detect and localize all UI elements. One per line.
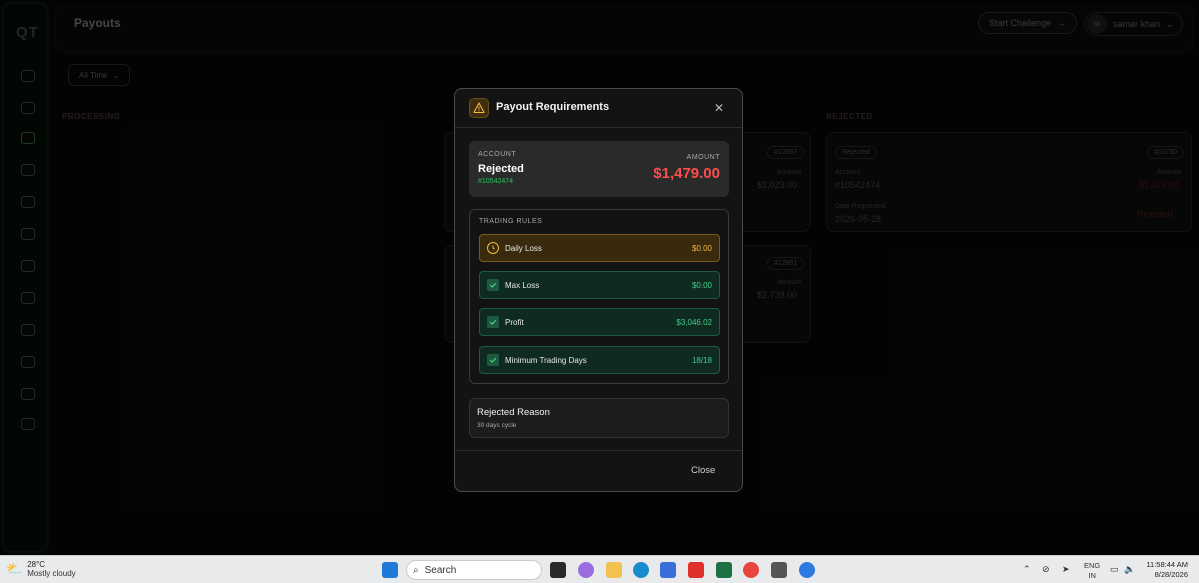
copilot-icon[interactable]	[578, 562, 594, 578]
rule-value: $3,046.02	[676, 317, 712, 327]
weather-description: Mostly cloudy	[27, 569, 76, 578]
search-placeholder: Search	[424, 564, 457, 576]
youtube-icon[interactable]	[688, 562, 704, 578]
system-clock[interactable]: 11:58:44 AM 8/28/2026	[1138, 560, 1188, 580]
language-code: ENG	[1084, 561, 1101, 570]
modal-header: Payout Requirements ✕	[455, 89, 742, 128]
account-status: Rejected	[478, 163, 524, 175]
trading-rules-panel: TRADING RULES Daily Loss $0.00 Max Loss …	[469, 209, 729, 384]
close-button[interactable]: Close	[691, 465, 715, 476]
search-icon: ⌕	[413, 564, 419, 576]
file-explorer-icon[interactable]	[606, 562, 622, 578]
amount-value: $1,479.00	[653, 165, 720, 182]
rule-name: Profit	[505, 317, 524, 327]
account-summary-card: ACCOUNT Rejected #10542474 AMOUNT $1,479…	[469, 141, 729, 197]
volume-icon[interactable]: 🔈	[1124, 564, 1135, 575]
rule-name: Daily Loss	[505, 243, 542, 253]
rule-value: 18/18	[691, 355, 712, 365]
region-code: IN	[1088, 571, 1096, 580]
rule-daily-loss: Daily Loss $0.00	[479, 234, 720, 262]
warning-icon	[469, 98, 489, 118]
weather-temperature: 28°C	[27, 560, 46, 569]
cloud-sun-icon: ⛅	[6, 561, 23, 576]
weather-widget[interactable]: ⛅ 28°C Mostly cloudy	[6, 560, 76, 578]
calculator-icon[interactable]	[771, 562, 787, 578]
modal-title: Payout Requirements	[496, 101, 610, 113]
location-icon[interactable]: ➤	[1062, 564, 1070, 575]
taskbar-search[interactable]: ⌕ Search	[406, 560, 542, 580]
close-icon[interactable]: ✕	[714, 101, 724, 115]
rule-name: Minimum Trading Days	[505, 355, 587, 365]
rule-min-trading-days: Minimum Trading Days 18/18	[479, 346, 720, 374]
clock-date: 8/28/2026	[1154, 570, 1188, 579]
rule-value: $0.00	[691, 280, 712, 290]
rule-profit: Profit $3,046.02	[479, 308, 720, 336]
app-icon[interactable]	[799, 562, 815, 578]
check-icon	[487, 279, 499, 291]
language-indicator[interactable]: ENG IN	[1084, 561, 1100, 581]
chevron-up-icon[interactable]: ⌃	[1023, 564, 1031, 575]
clock-icon	[487, 242, 499, 254]
network-off-icon[interactable]: ⊘	[1042, 564, 1050, 575]
chrome-icon[interactable]	[743, 562, 759, 578]
rejected-reason-box: Rejected Reason 30 days cycle	[469, 398, 729, 438]
reason-text: 30 days cycle	[477, 422, 517, 429]
display-icon[interactable]: ▭	[1110, 564, 1119, 575]
windows-start-icon[interactable]	[382, 562, 398, 578]
rule-value: $0.00	[691, 243, 712, 253]
edge-icon[interactable]	[633, 562, 649, 578]
windows-taskbar: ⛅ 28°C Mostly cloudy ⌕ Search ⌃ ⊘ ➤ ENG …	[0, 555, 1199, 583]
store-icon[interactable]	[660, 562, 676, 578]
reason-title: Rejected Reason	[477, 407, 550, 418]
trading-rules-title: TRADING RULES	[479, 218, 543, 225]
payout-requirements-modal: Payout Requirements ✕ ACCOUNT Rejected #…	[454, 88, 743, 492]
amount-label: AMOUNT	[686, 154, 720, 161]
task-view-icon[interactable]	[550, 562, 566, 578]
clock-time: 11:58:44 AM	[1146, 560, 1188, 569]
modal-footer-divider	[455, 450, 742, 451]
check-icon	[487, 316, 499, 328]
excel-icon[interactable]	[716, 562, 732, 578]
account-id: #10542474	[478, 178, 514, 185]
rule-name: Max Loss	[505, 280, 540, 290]
rule-max-loss: Max Loss $0.00	[479, 271, 720, 299]
account-label: ACCOUNT	[478, 151, 517, 158]
check-icon	[487, 354, 499, 366]
